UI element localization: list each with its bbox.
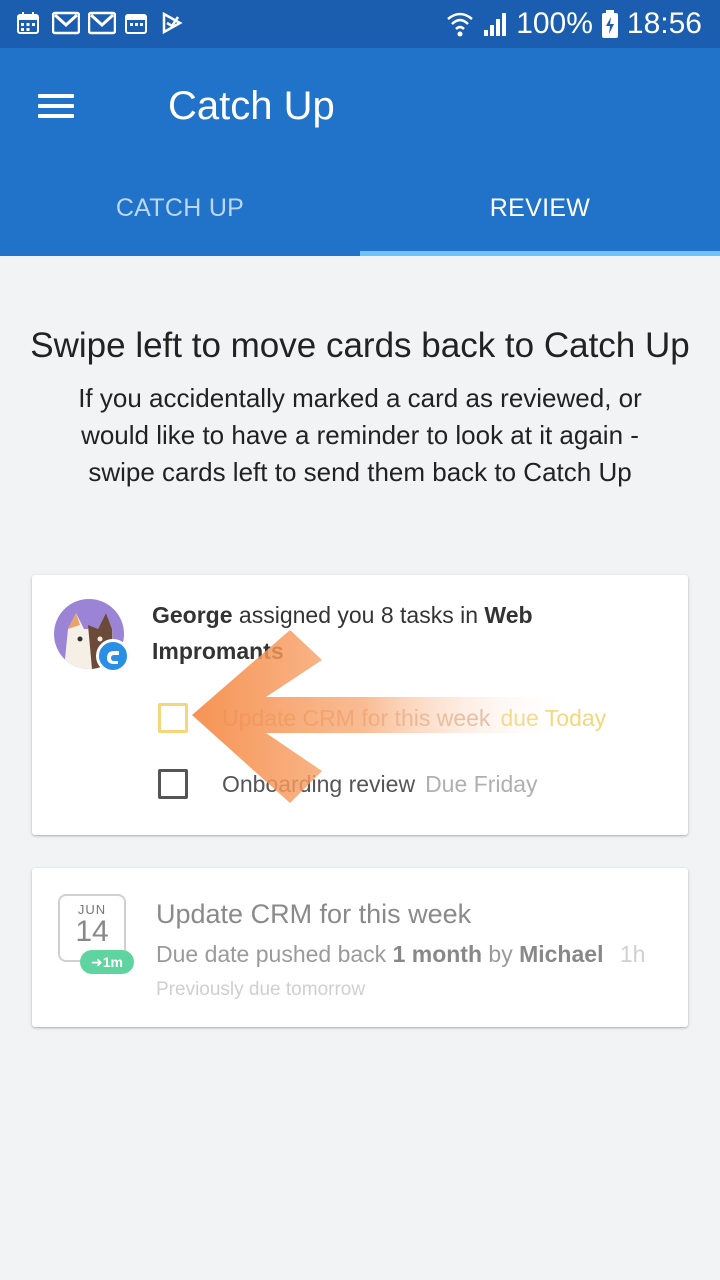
sub-amount: 1 month	[392, 941, 483, 967]
assign-phrase: assigned you 8 tasks in	[238, 602, 479, 628]
clock: 18:56	[626, 7, 702, 40]
pushed-badge: ➜1m	[80, 950, 134, 974]
signal-icon	[484, 13, 507, 36]
battery-percent: 100%	[516, 7, 593, 40]
send-icon	[162, 11, 183, 35]
calendar-icon	[125, 14, 147, 34]
assigner-name: George	[152, 602, 233, 628]
menu-icon[interactable]	[28, 86, 84, 126]
tab-review[interactable]: REVIEW	[360, 170, 720, 256]
assignment-card[interactable]: George assigned you 8 tasks in Web Impro…	[32, 575, 688, 835]
app-badge-icon	[96, 639, 130, 673]
calendar-day: 14	[75, 915, 109, 948]
task-row-2[interactable]: Onboarding review Due Friday	[222, 768, 538, 800]
time-ago: 1h	[619, 941, 646, 967]
page-title: Catch Up	[168, 84, 335, 128]
task-checkbox-2[interactable]	[158, 769, 188, 799]
arrow-right-icon: ➜	[91, 954, 103, 970]
sub-prefix: Due date pushed back	[156, 941, 387, 967]
calendar-icon	[17, 12, 39, 34]
wifi-icon	[447, 12, 473, 37]
sub-by: by	[488, 941, 513, 967]
card-subtitle: Due date pushed back 1 month by Michael …	[156, 938, 645, 970]
card-title: Update CRM for this week	[156, 899, 472, 929]
tab-catch-up[interactable]: CATCH UP	[0, 170, 360, 256]
intro-body: If you accidentally marked a card as rev…	[78, 383, 642, 487]
previous-due: Previously due tomorrow	[156, 979, 366, 1000]
task-checkbox-1[interactable]	[158, 703, 188, 733]
task-name: Onboarding review	[222, 771, 416, 797]
status-right: 100% 18:56	[446, 0, 702, 48]
sub-user: Michael	[519, 941, 604, 967]
intro-title: Swipe left to move cards back to Catch U…	[30, 326, 690, 365]
task-row-1[interactable]: Update CRM for this week due Today	[222, 702, 606, 734]
gmail-icon	[52, 11, 80, 35]
tab-indicator	[360, 251, 720, 256]
task-due: due Today	[500, 705, 607, 731]
due-date-card[interactable]: JUN 14 ➜1m Update CRM for this week Due …	[32, 868, 688, 1027]
task-name: Update CRM for this week	[222, 705, 491, 731]
assignment-text: George assigned you 8 tasks in Web Impro…	[152, 597, 652, 669]
task-due: Due Friday	[425, 771, 538, 797]
badge-text: 1m	[102, 954, 123, 970]
battery-icon	[601, 10, 618, 38]
gmail-icon	[88, 11, 116, 35]
app-bar: Catch Up CATCH UP REVIEW	[0, 48, 720, 256]
status-bar: 100% 18:56	[0, 0, 720, 48]
